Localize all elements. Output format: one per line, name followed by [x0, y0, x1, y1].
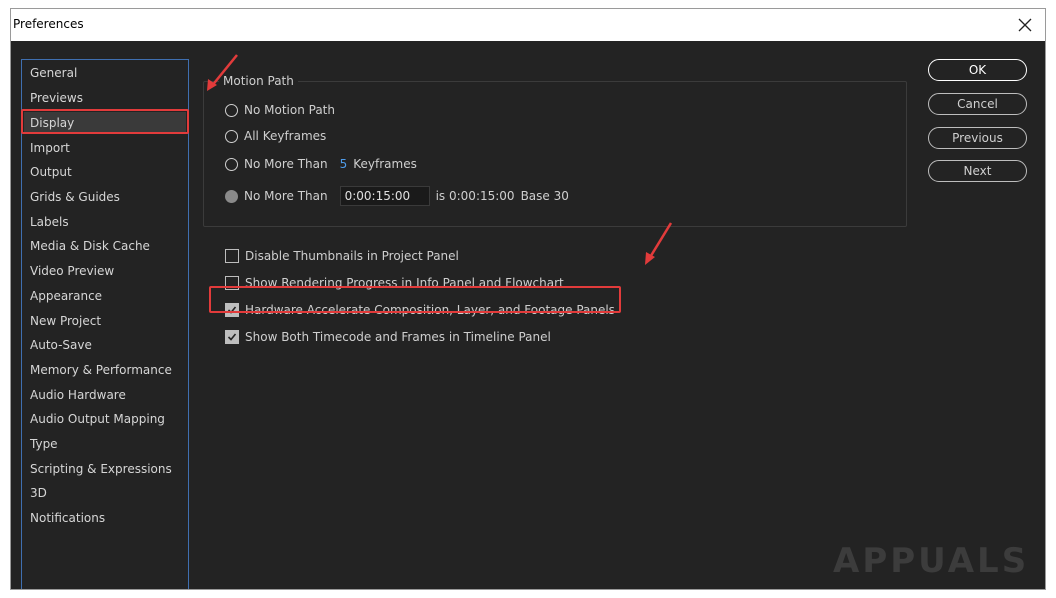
sidebar-item-audio-hardware[interactable]: Audio Hardware [24, 384, 186, 406]
sidebar-item-scripting-expressions[interactable]: Scripting & Expressions [24, 458, 186, 480]
radio-icon [225, 103, 238, 117]
close-icon[interactable] [1015, 15, 1035, 35]
window-title: Preferences [13, 17, 84, 31]
checkbox-label: Show Both Timecode and Frames in Timelin… [245, 330, 551, 344]
time-equivalent-text: is 0:00:15:00 [435, 189, 515, 203]
radio-icon [225, 157, 238, 171]
title-bar: Preferences [11, 9, 1045, 41]
display-highlight-box [21, 109, 189, 134]
red-arrow-icon [207, 54, 238, 91]
preferences-sidebar: General Previews Display Import Output G… [21, 59, 189, 589]
sidebar-item-new-project[interactable]: New Project [24, 310, 186, 332]
sidebar-item-previews[interactable]: Previews [24, 87, 186, 109]
red-arrow-icon [645, 222, 673, 265]
sidebar-item-type[interactable]: Type [24, 433, 186, 455]
keyframes-suffix: Keyframes [353, 157, 417, 171]
keyframe-count-value[interactable]: 5 [340, 157, 348, 171]
hardware-accelerate-highlight-box [209, 286, 621, 313]
sidebar-item-labels[interactable]: Labels [24, 211, 186, 233]
checkbox-disable-thumbnails[interactable]: Disable Thumbnails in Project Panel [225, 245, 459, 267]
sidebar-item-grids-guides[interactable]: Grids & Guides [24, 186, 186, 208]
checkmark-icon [225, 330, 239, 344]
radio-no-motion-path[interactable]: No Motion Path [225, 99, 335, 121]
sidebar-item-output[interactable]: Output [24, 161, 186, 183]
time-duration-input[interactable] [339, 186, 430, 206]
appuals-watermark: APPUALS [833, 541, 1030, 581]
time-base-text: Base 30 [520, 189, 569, 203]
radio-no-more-than-keyframes[interactable]: No More Than 5 Keyframes [225, 153, 417, 175]
display-settings-panel: Motion Path No Motion Path All Keyframes… [189, 41, 923, 589]
radio-selected-icon [225, 189, 238, 203]
radio-icon [225, 129, 238, 143]
ok-button[interactable]: OK [928, 59, 1027, 81]
checkbox-show-timecode-frames[interactable]: Show Both Timecode and Frames in Timelin… [225, 326, 551, 348]
next-button[interactable]: Next [928, 160, 1027, 182]
radio-all-keyframes[interactable]: All Keyframes [225, 125, 326, 147]
preferences-window: Preferences General Previews Display Imp… [10, 8, 1046, 590]
sidebar-item-appearance[interactable]: Appearance [24, 285, 186, 307]
radio-label: All Keyframes [244, 129, 327, 143]
sidebar-item-audio-output-mapping[interactable]: Audio Output Mapping [24, 408, 186, 430]
sidebar-item-import[interactable]: Import [24, 137, 186, 159]
sidebar-item-3d[interactable]: 3D [24, 482, 186, 504]
checkbox-label: Disable Thumbnails in Project Panel [245, 249, 459, 263]
sidebar-item-general[interactable]: General [24, 62, 186, 84]
radio-label: No More Than [244, 189, 328, 203]
sidebar-item-video-preview[interactable]: Video Preview [24, 260, 186, 282]
checkbox-icon [225, 249, 239, 263]
sidebar-item-notifications[interactable]: Notifications [24, 507, 186, 529]
cancel-button[interactable]: Cancel [928, 93, 1027, 115]
sidebar-item-auto-save[interactable]: Auto-Save [24, 334, 186, 356]
radio-label: No More Than [244, 157, 328, 171]
sidebar-item-media-disk-cache[interactable]: Media & Disk Cache [24, 235, 186, 257]
radio-no-more-than-time[interactable]: No More Than is 0:00:15:00 Base 30 [225, 185, 569, 207]
previous-button[interactable]: Previous [928, 127, 1027, 149]
radio-label: No Motion Path [244, 103, 335, 117]
sidebar-item-memory-performance[interactable]: Memory & Performance [24, 359, 186, 381]
